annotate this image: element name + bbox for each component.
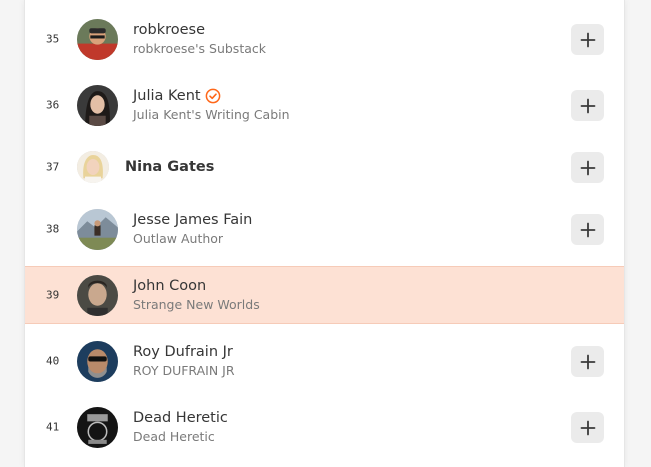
avatar[interactable]: [77, 85, 118, 126]
avatar[interactable]: [77, 151, 109, 183]
user-name[interactable]: robkroese: [133, 20, 266, 40]
publication-name: Julia Kent's Writing Cabin: [133, 107, 290, 122]
plus-icon: [580, 420, 595, 435]
add-button[interactable]: [571, 90, 604, 121]
user-name[interactable]: John Coon: [133, 276, 260, 296]
man-portrait-icon: [77, 275, 118, 316]
list-item[interactable]: 36 Julia Kent Julia Kent's Writing Cabin: [25, 76, 624, 134]
plus-icon: [580, 98, 595, 113]
user-name-text: John Coon: [133, 278, 207, 294]
list-item-current-user[interactable]: 39 John Coon Strange New Worlds: [25, 266, 624, 324]
list-item[interactable]: 38 Jesse James Fain Outlaw Author: [25, 200, 624, 258]
rank-number: 35: [46, 32, 60, 46]
user-info: Jesse James Fain Outlaw Author: [133, 210, 252, 248]
publication-name: Outlaw Author: [133, 231, 224, 246]
add-button[interactable]: [571, 412, 604, 443]
user-name[interactable]: Jesse James Fain: [133, 210, 252, 230]
plus-icon: [580, 354, 595, 369]
verified-check-icon: [205, 88, 220, 104]
user-name[interactable]: Dead Heretic: [133, 408, 228, 428]
list-item[interactable]: 41 Dead Heretic Dead Heretic: [25, 398, 624, 456]
user-info: robkroese robkroese's Substack: [133, 20, 266, 58]
user-name-text: robkroese: [133, 22, 206, 38]
user-name[interactable]: Roy Dufrain Jr: [133, 342, 235, 362]
person-photo-red-icon: [77, 19, 118, 60]
avatar[interactable]: [77, 19, 118, 60]
avatar[interactable]: [77, 275, 118, 316]
user-name[interactable]: Nina Gates: [125, 157, 214, 177]
user-info: Roy Dufrain Jr ROY DUFRAIN JR: [133, 342, 235, 380]
rank-number: 38: [46, 222, 60, 236]
leaderboard-panel: 35 robkroese robkroese's Substack 36 Jul…: [24, 0, 625, 467]
avatar[interactable]: [77, 407, 118, 448]
add-button[interactable]: [571, 346, 604, 377]
woman-portrait-light-icon: [77, 151, 109, 183]
dark-emblem-icon: [77, 407, 118, 448]
user-name-text: Jesse James Fain: [133, 212, 253, 228]
rank-number: 41: [46, 420, 60, 434]
publication-name: Dead Heretic: [133, 429, 215, 444]
user-name-text: Nina Gates: [125, 159, 215, 175]
publication-name: robkroese's Substack: [133, 41, 266, 56]
rank-number: 37: [46, 160, 60, 174]
avatar[interactable]: [77, 341, 118, 382]
man-sunglasses-icon: [77, 341, 118, 382]
list-item[interactable]: 37 Nina Gates: [25, 138, 624, 196]
rank-number: 39: [46, 288, 60, 302]
add-button[interactable]: [571, 24, 604, 55]
user-name-text: Roy Dufrain Jr: [133, 344, 233, 360]
publication-name: Strange New Worlds: [133, 297, 260, 312]
add-button[interactable]: [571, 214, 604, 245]
rank-number: 40: [46, 354, 60, 368]
user-name-text: Julia Kent: [133, 88, 201, 104]
user-name[interactable]: Julia Kent: [133, 86, 290, 106]
list-item[interactable]: 35 robkroese robkroese's Substack: [25, 10, 624, 68]
rider-landscape-icon: [77, 209, 118, 250]
publication-name: ROY DUFRAIN JR: [133, 363, 235, 378]
plus-icon: [580, 160, 595, 175]
user-info: Julia Kent Julia Kent's Writing Cabin: [133, 86, 290, 124]
plus-icon: [580, 222, 595, 237]
plus-icon: [580, 32, 595, 47]
woman-portrait-dark-icon: [77, 85, 118, 126]
user-info: John Coon Strange New Worlds: [133, 276, 260, 314]
user-info: Dead Heretic Dead Heretic: [133, 408, 228, 446]
avatar[interactable]: [77, 209, 118, 250]
user-name-text: Dead Heretic: [133, 410, 228, 426]
rank-number: 36: [46, 98, 60, 112]
add-button[interactable]: [571, 152, 604, 183]
list-item[interactable]: 40 Roy Dufrain Jr ROY DUFRAIN JR: [25, 332, 624, 390]
user-info: Nina Gates: [125, 157, 214, 177]
